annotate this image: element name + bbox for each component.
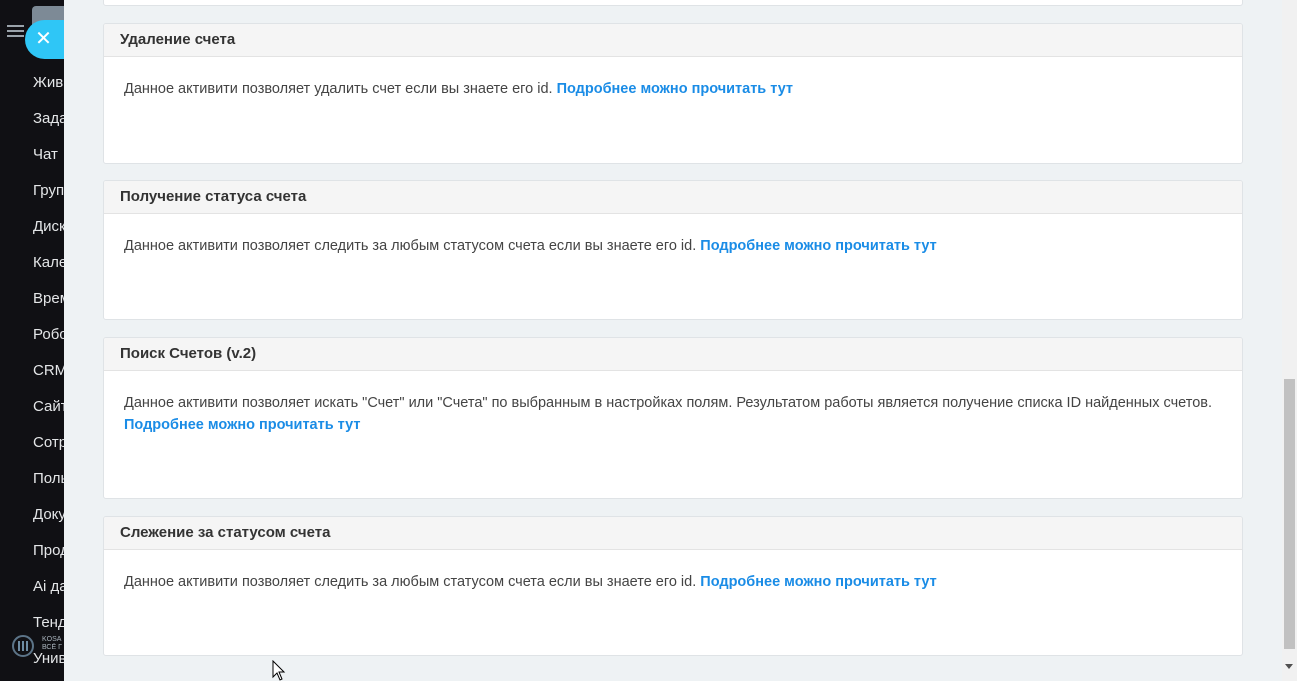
sidebar-item[interactable]: Жив xyxy=(33,74,63,91)
sidebar-item[interactable]: CRM xyxy=(33,362,64,379)
sidebar-item[interactable]: Диск xyxy=(33,218,64,235)
sidebar-item[interactable]: Прод xyxy=(33,542,64,559)
sidebar-item[interactable]: Доку xyxy=(33,506,64,523)
read-more-link[interactable]: Подробнее можно прочитать тут xyxy=(700,574,936,590)
menu-icon[interactable] xyxy=(7,25,24,38)
card-text: Данное активити позволяет следить за люб… xyxy=(124,574,697,590)
close-button[interactable]: ✕ xyxy=(25,20,64,59)
sidebar-item[interactable]: Сотр xyxy=(33,434,64,451)
scroll-down-icon[interactable] xyxy=(1285,664,1293,669)
card-title: Поиск Счетов (v.2) xyxy=(104,338,1242,371)
card-description: Данное активити позволяет следить за люб… xyxy=(104,214,1242,257)
scrollbar-thumb[interactable] xyxy=(1284,379,1295,649)
sidebar-item[interactable]: Сайт xyxy=(33,398,64,415)
card-text: Данное активити позволяет следить за люб… xyxy=(124,238,697,254)
activity-card: Удаление счета Данное активити позволяет… xyxy=(103,23,1243,164)
sidebar-item[interactable]: Зада xyxy=(33,110,64,127)
sidebar-item[interactable]: Тенд xyxy=(33,614,64,631)
left-sidebar: Жив Зада Чат Груп Диск Кале Врем Робо CR… xyxy=(0,0,64,681)
sidebar-item[interactable]: Чат xyxy=(33,146,58,163)
read-more-link[interactable]: Подробнее можно прочитать тут xyxy=(124,417,360,433)
sidebar-item[interactable]: Кале xyxy=(33,254,64,271)
activity-card: Получение статуса счета Данное активити … xyxy=(103,180,1243,320)
sidebar-item[interactable]: Груп xyxy=(33,182,64,199)
activity-card: Слежение за статусом счета Данное активи… xyxy=(103,516,1243,656)
read-more-link[interactable]: Подробнее можно прочитать тут xyxy=(557,81,793,97)
card-title: Получение статуса счета xyxy=(104,181,1242,214)
activity-card: Поиск Счетов (v.2) Данное активити позво… xyxy=(103,337,1243,499)
card-description: Данное активити позволяет искать "Счет" … xyxy=(104,371,1242,436)
card-text: Данное активити позволяет удалить счет е… xyxy=(124,81,553,97)
card-description: Данное активити позволяет следить за люб… xyxy=(104,550,1242,593)
brand-logo-icon xyxy=(12,635,34,657)
brand-logo-text: KOSA ВСЁ Г xyxy=(42,636,62,651)
sidebar-item[interactable]: Ai да xyxy=(33,578,64,595)
sidebar-item[interactable]: Врем xyxy=(33,290,64,307)
previous-card-edge xyxy=(103,0,1243,6)
read-more-link[interactable]: Подробнее можно прочитать тут xyxy=(700,238,936,254)
sidebar-item[interactable]: Поль xyxy=(33,470,64,487)
sidebar-item[interactable]: Унив xyxy=(33,650,64,667)
card-title: Удаление счета xyxy=(104,24,1242,57)
mouse-cursor-icon xyxy=(272,660,286,681)
close-icon: ✕ xyxy=(35,28,52,50)
card-description: Данное активити позволяет удалить счет е… xyxy=(104,57,1242,100)
sidebar-item[interactable]: Робо xyxy=(33,326,64,343)
main-content: Удаление счета Данное активити позволяет… xyxy=(64,0,1282,681)
vertical-scrollbar[interactable] xyxy=(1282,0,1297,681)
card-text: Данное активити позволяет искать "Счет" … xyxy=(124,395,1212,411)
card-title: Слежение за статусом счета xyxy=(104,517,1242,550)
